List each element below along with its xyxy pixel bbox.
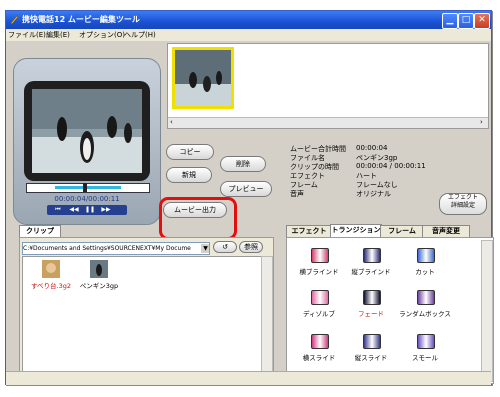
random-box-icon [417, 290, 435, 305]
transition-item-vertical-blind[interactable]: 縦ブラインド [345, 248, 397, 288]
browse-button[interactable]: 参照 [239, 241, 263, 253]
player-screen-frame [24, 81, 150, 181]
window-title: 携快電話12 ムービー編集ツール [22, 15, 140, 24]
timeline-strip[interactable]: ‹ › [167, 43, 489, 129]
clip-name: すべり台.3g2 [30, 282, 71, 290]
transition-item-small[interactable]: スモール [399, 334, 451, 374]
transition-label: 縦スライド [354, 354, 388, 362]
effect-settings-button[interactable]: エフェクト 詳細設定 [439, 193, 487, 215]
info-label: 音声 [290, 190, 304, 198]
clip-thumbnail [90, 260, 108, 278]
menu-file[interactable]: ファイル(E) [8, 30, 46, 40]
menu-help[interactable]: ヘルプ(H) [124, 30, 156, 40]
effect-settings-line1: エフェクト [447, 194, 478, 201]
fade-icon [363, 290, 381, 305]
transition-label: カット [415, 268, 435, 276]
effect-settings-line2: 詳細設定 [450, 202, 475, 209]
timeline-clip-thumbnail[interactable] [172, 47, 234, 109]
transition-label: 縦ブラインド [351, 268, 391, 276]
title-bar[interactable]: 携快電話12 ムービー編集ツール ▁ □ ✕ [6, 11, 491, 29]
transition-label: ランダムボックス [399, 310, 451, 318]
transition-item-dissolve[interactable]: ディゾルブ [293, 290, 345, 330]
menu-options[interactable]: オプション(O) [79, 30, 125, 40]
clip-thumbnail [42, 260, 60, 278]
tab-audio-change[interactable]: 音声変更 [422, 225, 470, 237]
clip-panel: C:¥Documents and Settings¥SOURCENEXT¥My … [19, 237, 274, 384]
seek-handle[interactable] [83, 183, 87, 192]
fast-forward-icon[interactable]: ▶▶ [101, 206, 111, 214]
folder-path-text: C:¥Documents and Settings¥SOURCENEXT¥My … [23, 245, 191, 252]
dissolve-icon [311, 290, 329, 305]
app-window: 携快電話12 ムービー編集ツール ▁ □ ✕ ファイル(E) 編集(E) オプシ… [5, 10, 494, 385]
copy-button[interactable]: コピー [166, 144, 214, 160]
folder-icon: ↺ [222, 243, 228, 251]
clip-list[interactable]: すべり台.3g2 ペンギン3gp [22, 256, 262, 382]
horizontal-blind-icon [311, 248, 329, 263]
transition-label: フェード [358, 310, 384, 318]
time-display: 00:00:04/00:00:11 [54, 195, 120, 203]
timeline-scrollbar[interactable]: ‹ › [168, 117, 488, 128]
transition-panel: 横ブラインド 縦ブラインド カットディゾルブ フェード ランダムボックス横スライド 縦スラ… [286, 237, 494, 384]
video-player: 00:00:04/00:00:11 ⏮ ◀◀ ❚❚ ▶▶ [13, 58, 161, 225]
rewind-icon[interactable]: ◀◀ [69, 206, 79, 214]
delete-button[interactable]: 削除 [220, 156, 266, 172]
minimize-button[interactable]: ▁ [442, 13, 458, 29]
menu-bar: ファイル(E) 編集(E) オプション(O) ヘルプ(H) [6, 29, 491, 41]
tab-effect[interactable]: エフェクト [286, 225, 332, 237]
list-item[interactable]: すべり台.3g2 [29, 260, 73, 296]
folder-up-button[interactable]: ↺ [213, 241, 237, 253]
seek-bar[interactable] [26, 183, 150, 193]
transition-label: 横スライド [302, 354, 336, 362]
transition-scrollbar[interactable] [481, 240, 493, 382]
preview-button[interactable]: プレビュー [220, 181, 272, 197]
list-item[interactable]: ペンギン3gp [77, 260, 121, 296]
transition-item-random-box[interactable]: ランダムボックス [399, 290, 451, 330]
info-value: 00:00:04 / 00:00:11 [356, 162, 426, 170]
transition-item-fade[interactable]: フェード [345, 290, 397, 330]
chevron-down-icon[interactable]: ▼ [201, 244, 209, 253]
maximize-button[interactable]: □ [458, 13, 474, 29]
vertical-slide-icon [363, 334, 381, 349]
transition-item-cut[interactable]: カット [399, 248, 451, 288]
folder-path-select[interactable]: C:¥Documents and Settings¥SOURCENEXT¥My … [22, 242, 210, 255]
transition-item-vertical-slide[interactable]: 縦スライド [345, 334, 397, 374]
horizontal-slide-icon [311, 334, 329, 349]
video-preview [32, 89, 142, 173]
cut-icon [417, 248, 435, 263]
highlight-ring [159, 197, 237, 240]
scroll-left-icon[interactable]: ‹ [170, 118, 173, 126]
info-value: 00:00:04 [356, 144, 388, 152]
menu-edit[interactable]: 編集(E) [46, 30, 70, 40]
close-button[interactable]: ✕ [474, 13, 490, 29]
tab-clip[interactable]: クリップ [19, 225, 61, 237]
transition-label: 横ブラインド [299, 268, 339, 276]
info-value: オリジナル [356, 190, 391, 198]
app-icon [10, 15, 19, 25]
status-bar [6, 371, 491, 385]
pause-icon[interactable]: ❚❚ [85, 206, 95, 214]
small-icon [417, 334, 435, 349]
tab-frame[interactable]: フレーム [380, 225, 424, 237]
penguin-thumbnail-image [175, 50, 231, 106]
tab-transition[interactable]: トランジション [330, 224, 382, 237]
clip-name: ペンギン3gp [79, 282, 119, 290]
vertical-blind-icon [363, 248, 381, 263]
transition-item-horizontal-blind[interactable]: 横ブラインド [293, 248, 345, 288]
penguin-video-frame [32, 89, 142, 173]
scroll-right-icon[interactable]: › [480, 118, 483, 126]
clip-list-scrollbar[interactable] [261, 256, 273, 382]
transition-item-horizontal-slide[interactable]: 横スライド [293, 334, 345, 374]
seek-range [55, 186, 121, 189]
transition-label: ディゾルブ [302, 310, 336, 318]
skip-start-icon[interactable]: ⏮ [53, 206, 63, 214]
transport-controls: ⏮ ◀◀ ❚❚ ▶▶ [47, 205, 127, 215]
new-button[interactable]: 新規 [166, 167, 212, 183]
transition-label: スモール [412, 354, 438, 362]
